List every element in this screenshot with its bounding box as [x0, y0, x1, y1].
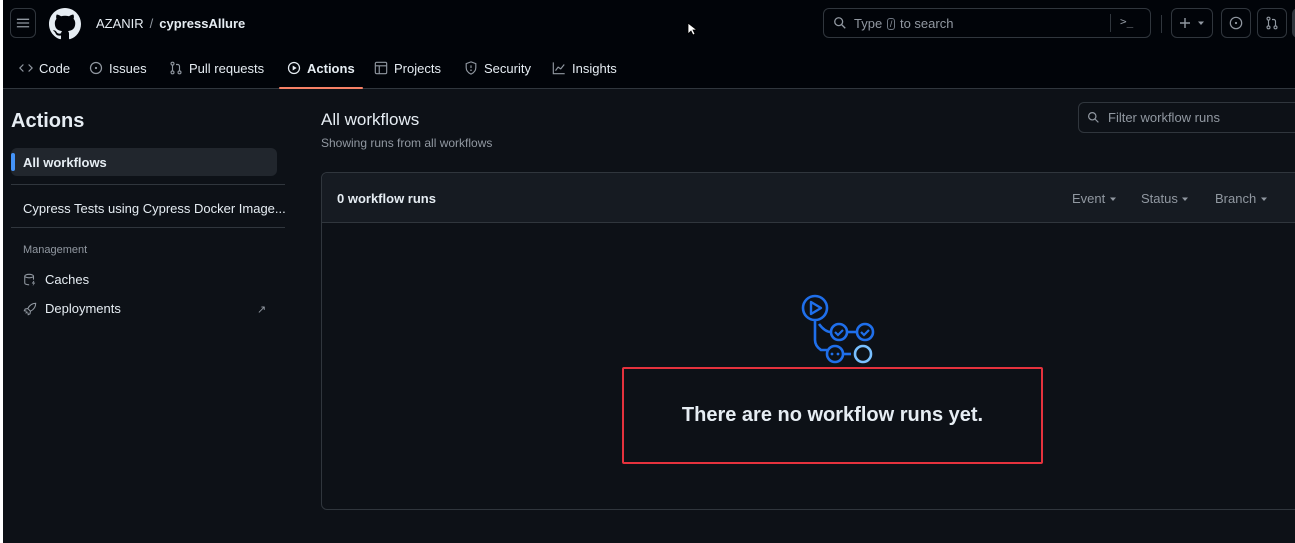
tab-label: Pull requests	[189, 60, 265, 76]
global-header: AZANIR / cypressAllure Type / to search >_	[3, 0, 1295, 48]
event-filter-dropdown[interactable]: Event	[1072, 191, 1117, 206]
event-filter-label: Event	[1072, 191, 1106, 206]
database-icon	[24, 273, 36, 286]
sidebar-item-label: Caches	[45, 272, 90, 287]
github-logo-icon[interactable]	[49, 8, 81, 40]
sidebar-divider	[11, 227, 285, 228]
breadcrumb-separator: /	[149, 16, 154, 31]
workflow-graph-icon	[801, 294, 875, 364]
search-icon	[1088, 112, 1099, 123]
issue-opened-icon	[1229, 16, 1243, 30]
tab-label: Actions	[307, 60, 355, 76]
app-window: AZANIR / cypressAllure Type / to search >_…	[3, 0, 1295, 543]
table-icon	[374, 61, 388, 75]
search-placeholder: Type / to search	[854, 16, 953, 31]
sidebar-item-label: All workflows	[23, 154, 107, 170]
git-pull-request-icon	[170, 61, 182, 75]
command-palette-icon[interactable]: >_	[1120, 15, 1133, 28]
search-suffix: to search	[899, 16, 954, 31]
workflow-runs-header: 0 workflow runs Event Status Branch	[322, 173, 1295, 223]
triangle-down-icon	[1260, 197, 1267, 201]
triangle-down-icon	[1198, 21, 1204, 25]
menu-button[interactable]	[10, 8, 36, 38]
shield-icon	[465, 61, 477, 75]
sidebar-item-deployments[interactable]: Deployments	[23, 301, 121, 316]
runs-count: 0 workflow runs	[337, 191, 436, 206]
tab-actions[interactable]: Actions	[279, 48, 363, 89]
play-icon	[287, 61, 301, 75]
pull-requests-button[interactable]	[1257, 8, 1287, 38]
hamburger-icon	[16, 18, 30, 28]
search-shortcut-key: /	[886, 18, 896, 30]
status-filter-dropdown[interactable]: Status	[1141, 191, 1189, 206]
sidebar-item-all-workflows[interactable]: All workflows	[11, 148, 277, 176]
issue-opened-icon	[89, 61, 103, 75]
page-subtitle: Showing runs from all workflows	[321, 136, 493, 150]
git-pull-request-icon	[1266, 16, 1278, 30]
external-link-icon: ↗	[257, 304, 267, 316]
create-new-button[interactable]	[1171, 8, 1213, 38]
tab-issues[interactable]: Issues	[89, 48, 147, 88]
tab-pull-requests[interactable]: Pull requests	[169, 48, 264, 88]
code-icon	[19, 64, 33, 72]
tab-code[interactable]: Code	[19, 48, 70, 88]
owner-link[interactable]: AZANIR	[96, 16, 144, 31]
tab-insights[interactable]: Insights	[552, 48, 617, 88]
repo-link[interactable]: cypressAllure	[159, 16, 245, 31]
tab-projects[interactable]: Projects	[374, 48, 441, 88]
tab-label: Insights	[572, 60, 617, 76]
sidebar-title: Actions	[11, 110, 85, 132]
breadcrumb: AZANIR / cypressAllure	[96, 16, 245, 31]
plus-icon	[1180, 18, 1190, 28]
header-divider	[1161, 15, 1162, 33]
sidebar-divider	[11, 184, 285, 185]
status-filter-label: Status	[1141, 191, 1178, 206]
search-divider	[1110, 14, 1111, 32]
tab-label: Code	[39, 60, 71, 76]
triangle-down-icon	[1109, 197, 1116, 201]
page-title: All workflows	[321, 110, 420, 129]
search-prefix: Type	[854, 16, 883, 31]
repo-nav: Code Issues Pull requests Actions Projec…	[3, 48, 1295, 89]
management-heading: Management	[23, 244, 88, 256]
tab-label: Security	[484, 60, 531, 76]
issues-button[interactable]	[1221, 8, 1251, 38]
mouse-cursor-icon	[687, 22, 697, 36]
sidebar-item-label: Cypress Tests using Cypress Docker Image…	[23, 200, 286, 216]
sidebar-item-caches[interactable]: Caches	[23, 272, 89, 287]
filter-workflow-runs-input[interactable]: Filter workflow runs	[1078, 102, 1295, 133]
empty-state-message: There are no workflow runs yet.	[622, 367, 1043, 464]
search-icon	[834, 17, 846, 29]
rocket-icon	[23, 302, 37, 315]
tab-label: Issues	[109, 60, 147, 76]
sidebar-item-label: Deployments	[45, 301, 121, 316]
tab-label: Projects	[394, 60, 441, 76]
sidebar-item-workflow[interactable]: Cypress Tests using Cypress Docker Image…	[11, 194, 286, 222]
graph-icon	[552, 62, 565, 75]
search-input[interactable]: Type / to search >_	[823, 8, 1151, 38]
tab-security[interactable]: Security	[464, 48, 531, 88]
triangle-down-icon	[1182, 197, 1189, 201]
branch-filter-dropdown[interactable]: Branch	[1215, 191, 1268, 206]
filter-placeholder: Filter workflow runs	[1108, 110, 1220, 125]
branch-filter-label: Branch	[1215, 191, 1257, 206]
